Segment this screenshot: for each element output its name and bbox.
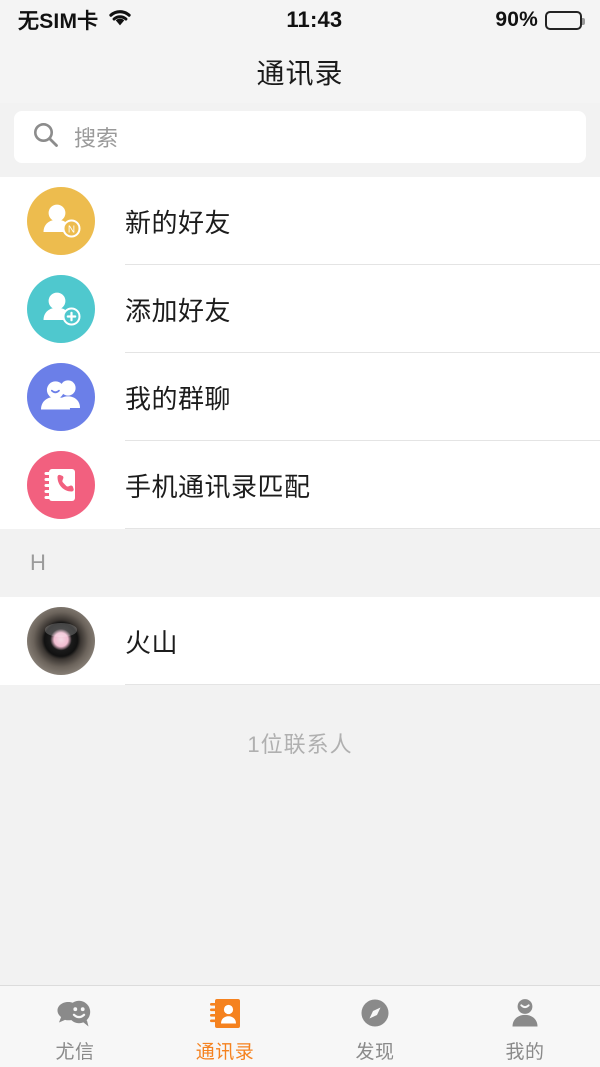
tab-label: 发现 (355, 1041, 395, 1063)
menu-item-add-friend[interactable]: 添加好友 (0, 265, 600, 353)
menu-item-new-friend[interactable]: N 新的好友 (0, 177, 600, 265)
battery-percent-label: 90% (495, 8, 538, 31)
row-divider (125, 684, 600, 685)
menu-item-label: 添加好友 (125, 295, 232, 326)
tab-me[interactable]: 我的 (450, 986, 600, 1067)
search-container: 搜索 (0, 103, 600, 177)
navigation-bar: 通讯录 (0, 40, 600, 103)
page-title: 通讯录 (256, 57, 344, 89)
contact-name: 火山 (125, 627, 179, 658)
phonebook-match-icon (27, 451, 95, 519)
status-bar-left: 无SIM卡 (18, 5, 133, 35)
phone-screen: 无SIM卡 11:43 90% 通讯录 搜索 N 新的好友 添加好友 我的群聊 … (0, 0, 600, 1067)
search-icon (32, 121, 60, 154)
menu-item-phonebook-match[interactable]: 手机通讯录匹配 (0, 441, 600, 529)
person-icon (508, 994, 542, 1032)
tab-label: 通讯录 (195, 1041, 255, 1063)
contacts-list: N 新的好友 添加好友 我的群聊 手机通讯录匹配 H 火山 1位联系人 (0, 177, 600, 985)
search-bar[interactable]: 搜索 (14, 111, 586, 163)
svg-text:N: N (68, 224, 75, 235)
tab-discover[interactable]: 发现 (300, 986, 450, 1067)
bottom-tab-bar: 尤信 通讯录 发现 我的 (0, 985, 600, 1067)
menu-item-group-chat[interactable]: 我的群聊 (0, 353, 600, 441)
wifi-icon (107, 8, 133, 33)
status-bar: 无SIM卡 11:43 90% (0, 0, 600, 40)
tab-label: 尤信 (55, 1041, 95, 1063)
battery-icon (545, 10, 585, 30)
contact-row[interactable]: 火山 (0, 597, 600, 685)
new-friend-icon: N (27, 187, 95, 255)
menu-item-label: 新的好友 (125, 207, 232, 238)
row-divider (125, 528, 600, 529)
contacts-count-label: 1位联系人 (0, 685, 600, 759)
tab-label: 我的 (505, 1041, 545, 1063)
group-chat-icon (27, 363, 95, 431)
status-bar-right: 90% (495, 8, 585, 32)
clock-label: 11:43 (286, 7, 343, 32)
search-input[interactable]: 搜索 (74, 121, 118, 153)
contact-photo-avatar (27, 607, 95, 675)
quick-actions-group: N 新的好友 添加好友 我的群聊 手机通讯录匹配 (0, 177, 600, 529)
chat-bubbles-icon (55, 994, 95, 1032)
address-book-icon (207, 994, 243, 1032)
contacts-group: 火山 (0, 597, 600, 685)
add-friend-icon (27, 275, 95, 343)
tab-chat[interactable]: 尤信 (0, 986, 150, 1067)
tab-contacts[interactable]: 通讯录 (150, 986, 300, 1067)
menu-item-label: 我的群聊 (125, 383, 232, 414)
section-index-header: H (0, 529, 600, 597)
compass-icon (358, 994, 392, 1032)
carrier-label: 无SIM卡 (18, 10, 99, 33)
menu-item-label: 手机通讯录匹配 (125, 471, 311, 502)
